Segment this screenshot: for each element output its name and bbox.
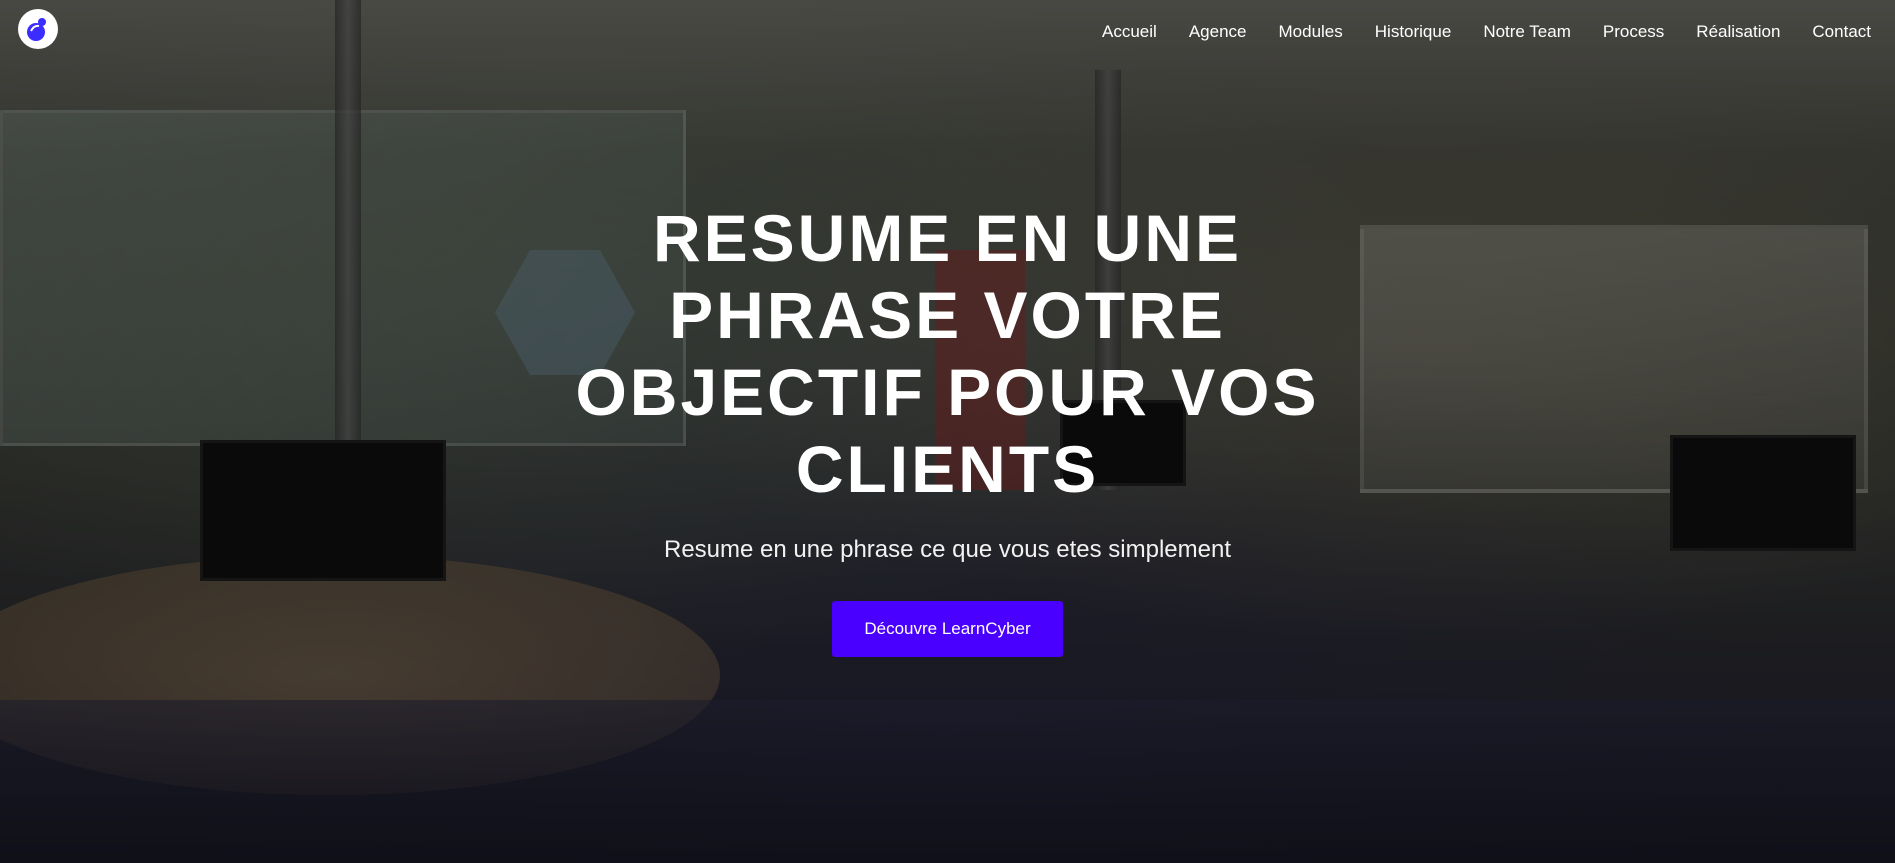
hero-content: RESUME EN UNE PHRASE VOTRE OBJECTIF POUR… [0, 200, 1895, 657]
nav-links: Accueil Agence Modules Historique Notre … [1102, 22, 1871, 42]
hero-subtitle: Resume en une phrase ce que vous etes si… [664, 536, 1231, 563]
nav-link-process[interactable]: Process [1603, 22, 1664, 42]
nav-link-accueil[interactable]: Accueil [1102, 22, 1157, 42]
nav-link-modules[interactable]: Modules [1279, 22, 1343, 42]
nav-link-historique[interactable]: Historique [1375, 22, 1452, 42]
nav-link-agence[interactable]: Agence [1189, 22, 1247, 42]
discover-learncyber-button[interactable]: Découvre LearnCyber [832, 601, 1063, 657]
hero-title: RESUME EN UNE PHRASE VOTRE OBJECTIF POUR… [575, 201, 1320, 506]
learncyber-logo-icon[interactable] [18, 9, 58, 49]
nav-link-contact[interactable]: Contact [1812, 22, 1871, 42]
navbar: Accueil Agence Modules Historique Notre … [0, 0, 1895, 64]
hero-section: Accueil Agence Modules Historique Notre … [0, 0, 1895, 863]
nav-link-notre-team[interactable]: Notre Team [1483, 22, 1571, 42]
nav-link-realisation[interactable]: Réalisation [1696, 22, 1780, 42]
